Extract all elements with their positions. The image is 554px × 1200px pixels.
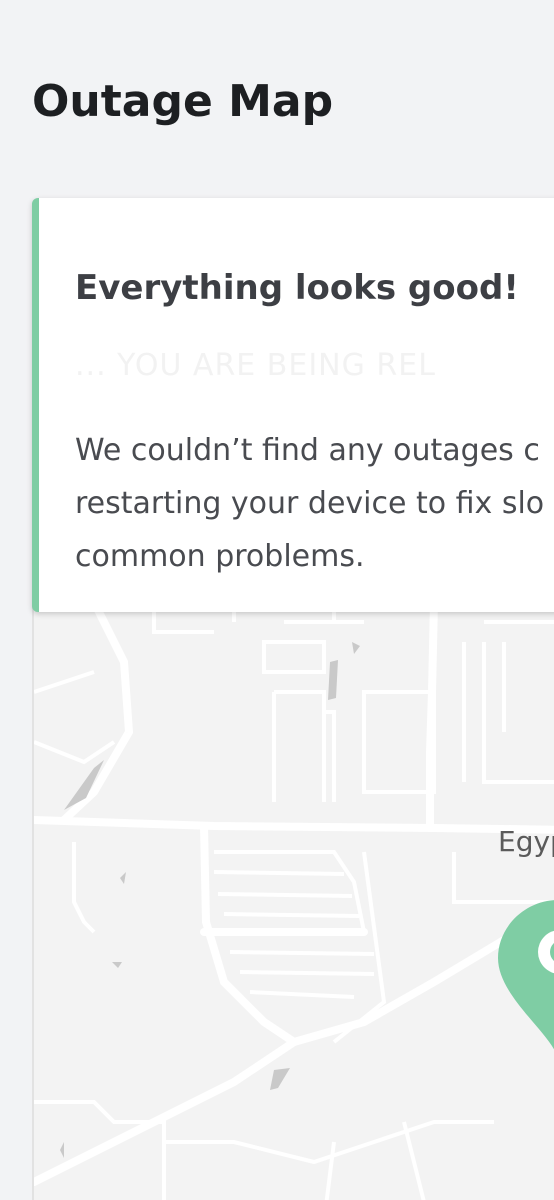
page-title: Outage Map <box>32 76 334 127</box>
outage-map-page: Outage Map Egy Everything looks good! ..… <box>0 0 554 1200</box>
outage-map[interactable]: Egyp <box>32 602 554 1200</box>
status-message: We couldn’t find any outages c restartin… <box>75 433 545 574</box>
status-card: Everything looks good! ... YOU ARE BEING… <box>32 198 554 612</box>
map-roads <box>34 602 554 1200</box>
status-heading: Everything looks good! <box>75 268 519 308</box>
map-place-label: Egyp <box>498 825 554 858</box>
location-pin-icon[interactable] <box>498 900 554 1070</box>
faded-banner-text: ... YOU ARE BEING REL <box>75 348 436 383</box>
